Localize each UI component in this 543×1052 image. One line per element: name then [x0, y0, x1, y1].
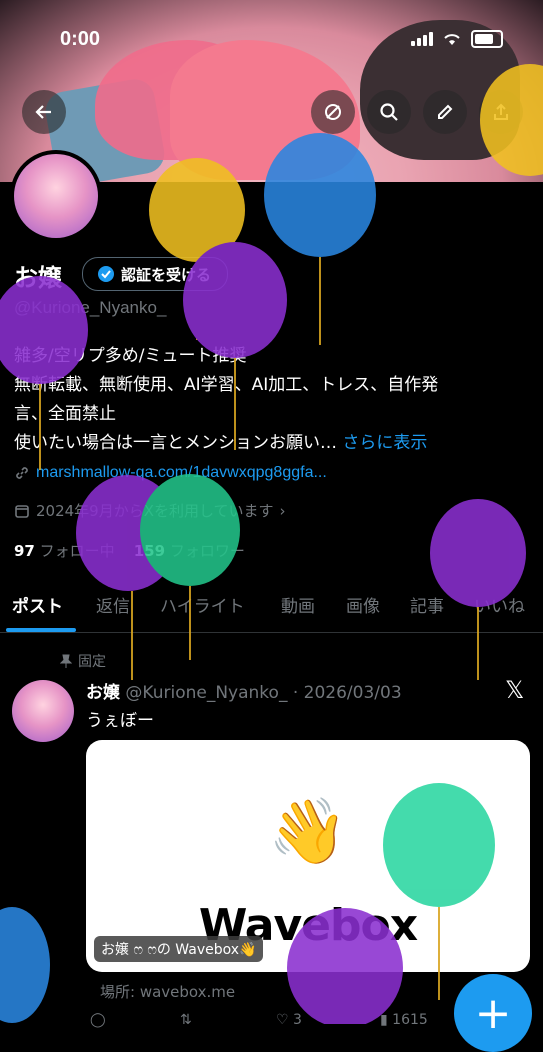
bio-line: 雑多/空リプ多め/ミュート推奨	[14, 346, 247, 366]
avatar[interactable]	[14, 154, 98, 238]
tab-images[interactable]: 画像	[346, 592, 380, 617]
tab-videos[interactable]: 動画	[281, 592, 315, 617]
x-logo-icon[interactable]: 𝕏	[505, 676, 524, 704]
link-card[interactable]: 👋 Wavebox お嬢 ෆ ෆの Wavebox👋	[86, 740, 530, 972]
post-author[interactable]: お嬢	[86, 683, 120, 703]
active-tab-indicator	[6, 628, 76, 632]
edit-button[interactable]	[423, 90, 467, 134]
share-icon	[494, 103, 508, 120]
reply-icon[interactable]: ◯	[90, 1012, 106, 1028]
back-arrow-icon	[35, 105, 51, 119]
status-time: 0:00	[60, 28, 101, 50]
tab-replies[interactable]: 返信	[96, 592, 130, 617]
bio-line: 言、全面禁止	[14, 404, 116, 424]
no-notify-icon	[325, 104, 341, 120]
followers-count: 159	[133, 542, 166, 560]
link-icon	[16, 467, 28, 479]
pin-icon	[60, 654, 72, 668]
post-handle-date: @Kurione_Nyanko_ · 2026/03/03	[125, 683, 402, 703]
calendar-icon	[15, 504, 29, 518]
signal-icon	[411, 32, 433, 46]
bio-line: 使いたい場合は一言とメンションお願い…	[14, 433, 337, 453]
following-label: フォロー中	[39, 542, 115, 560]
waving-hand-icon: 👋	[268, 795, 348, 869]
card-title-tag: お嬢 ෆ ෆの Wavebox👋	[94, 936, 264, 962]
back-button[interactable]	[22, 90, 66, 134]
repost-icon[interactable]: ⇅	[180, 1012, 192, 1028]
status-icons	[411, 30, 503, 48]
profile-name: お嬢	[14, 264, 62, 292]
compose-button[interactable]: +	[454, 974, 532, 1052]
notifications-toggle-button[interactable]	[311, 90, 355, 134]
search-icon	[380, 103, 398, 121]
view-count: 1615	[392, 1012, 428, 1028]
views-button[interactable]: ▮ 1615	[380, 1012, 428, 1028]
tab-articles[interactable]: 記事	[410, 592, 444, 617]
share-button[interactable]	[479, 90, 523, 134]
like-button[interactable]: ♡ 3	[276, 1012, 302, 1028]
card-source: 場所: wavebox.me	[100, 983, 236, 1001]
pinned-label: 固定	[60, 651, 106, 671]
profile-link[interactable]: marshmallow-qa.com/1davwxqpg8ggfa...	[14, 464, 327, 482]
verified-badge-icon	[98, 266, 114, 282]
follow-stats: 97 フォロー中 159 フォロワー	[14, 540, 245, 561]
wifi-icon	[444, 34, 460, 45]
post-header: お嬢 @Kurione_Nyanko_ · 2026/03/03	[86, 678, 402, 703]
like-count: 3	[293, 1012, 302, 1028]
profile-tabs: ポスト 返信 ハイライト 動画 画像 記事 いいね	[0, 586, 543, 633]
get-verified-button[interactable]: 認証を受ける	[82, 257, 229, 291]
following-link[interactable]: 97 フォロー中	[14, 542, 115, 560]
followers-link[interactable]: 159 フォロワー	[134, 542, 245, 560]
pinned-text: 固定	[78, 654, 106, 670]
post-avatar[interactable]	[12, 680, 74, 742]
followers-label: フォロワー	[169, 542, 245, 560]
tab-likes[interactable]: いいね	[474, 592, 525, 617]
battery-icon	[471, 30, 503, 48]
edit-icon	[438, 104, 453, 119]
tab-posts[interactable]: ポスト	[12, 592, 63, 617]
search-button[interactable]	[367, 90, 411, 134]
bio-line: 無断転載、無断使用、AI学習、AI加工、トレス、自作発	[14, 375, 439, 395]
get-verified-label: 認証を受ける	[121, 265, 212, 284]
following-count: 97	[14, 542, 35, 560]
joined-date[interactable]: 2024年9月からXを利用しています ›	[14, 500, 286, 521]
profile-handle: @Kurione_Nyanko_	[14, 298, 167, 317]
balloon-blue-icon	[0, 907, 50, 1023]
chevron-right-icon: ›	[279, 501, 286, 520]
plus-icon: +	[474, 987, 512, 1039]
profile-link-text: marshmallow-qa.com/1davwxqpg8ggfa...	[36, 464, 327, 481]
profile-bio: 雑多/空リプ多め/ミュート推奨 無断転載、無断使用、AI学習、AI加工、トレス、…	[14, 342, 524, 458]
tab-highlights[interactable]: ハイライト	[160, 592, 245, 617]
show-more-link[interactable]: さらに表示	[342, 433, 427, 453]
post-text: うぇぼー	[86, 711, 154, 731]
joined-text: 2024年9月からXを利用しています	[36, 502, 274, 520]
